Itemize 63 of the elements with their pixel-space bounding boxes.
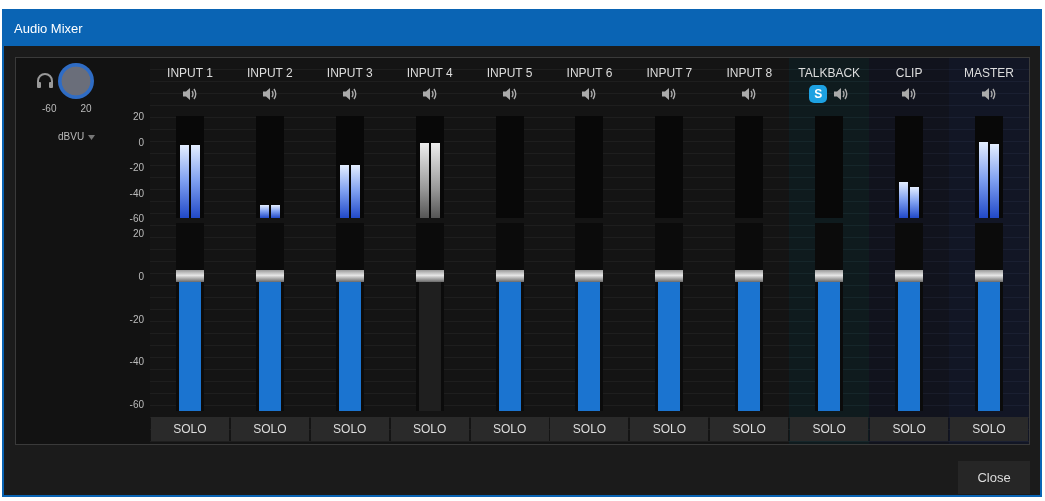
fader-handle[interactable]: [895, 269, 924, 282]
fader-handle[interactable]: [575, 269, 604, 282]
fader-handle[interactable]: [735, 269, 764, 282]
speaker-icon[interactable]: [261, 87, 278, 101]
channel-name: MASTER: [964, 65, 1014, 82]
speaker-icon[interactable]: [901, 87, 918, 101]
skype-badge: S: [809, 85, 828, 103]
unit-dropdown[interactable]: dBVU: [58, 131, 96, 143]
meter-scale-label: 0: [138, 136, 144, 149]
headphones-icon: [36, 73, 54, 89]
solo-button[interactable]: SOLO: [150, 417, 229, 441]
volume-knob[interactable]: [58, 63, 94, 99]
fader-handle[interactable]: [815, 269, 844, 282]
channel-name: INPUT 2: [246, 65, 293, 82]
solo-button[interactable]: SOLO: [790, 417, 869, 441]
speaker-icon[interactable]: [661, 87, 678, 101]
caret-icon: [88, 134, 96, 140]
channel-name: INPUT 6: [566, 65, 613, 82]
solo-button[interactable]: SOLO: [630, 417, 709, 441]
solo-button[interactable]: SOLO: [470, 417, 549, 441]
fader-handle[interactable]: [255, 269, 284, 282]
solo-button[interactable]: SOLO: [870, 417, 949, 441]
fader-handle[interactable]: [975, 269, 1003, 282]
speaker-icon[interactable]: [341, 87, 358, 101]
fader-scale-label: 20: [132, 228, 144, 240]
channel-name: INPUT 1: [167, 65, 213, 82]
meter-scale-label: -60: [129, 213, 144, 225]
channel-name: INPUT 8: [726, 65, 773, 82]
solo-button[interactable]: SOLO: [390, 417, 469, 441]
fader-scale-label: -40: [129, 356, 144, 369]
speaker-icon[interactable]: [501, 87, 518, 101]
fader-scale-label: -60: [129, 399, 144, 411]
meter-scale-label: 20: [132, 111, 144, 123]
speaker-icon[interactable]: [833, 87, 850, 101]
meter-scale-label: -40: [129, 187, 144, 200]
channel-name: INPUT 5: [486, 65, 533, 82]
channel-name: INPUT 7: [646, 65, 693, 82]
speaker-icon[interactable]: [421, 87, 438, 101]
solo-button[interactable]: SOLO: [950, 417, 1028, 441]
speaker-icon[interactable]: [181, 87, 198, 101]
fader-handle[interactable]: [655, 269, 684, 282]
fader-handle[interactable]: [175, 269, 204, 282]
fader-scale-label: 0: [138, 270, 144, 283]
channel-name: TALKBACK: [798, 65, 861, 82]
knob-min-label: -60: [42, 103, 57, 115]
close-button[interactable]: Close: [958, 461, 1030, 494]
window-title: Audio Mixer: [4, 11, 1040, 46]
fader-handle[interactable]: [415, 269, 444, 282]
knob-max-label: 20: [80, 103, 92, 115]
fader-scale-label: -20: [129, 313, 144, 326]
solo-button[interactable]: SOLO: [710, 417, 789, 441]
fader-handle[interactable]: [335, 269, 364, 282]
channel-name: CLIP: [895, 65, 923, 82]
meter-scale-label: -20: [129, 162, 144, 174]
speaker-icon[interactable]: [741, 87, 758, 101]
channel-name: INPUT 3: [326, 65, 373, 82]
speaker-icon[interactable]: [581, 87, 598, 101]
fader-handle[interactable]: [495, 269, 524, 282]
channel-name: INPUT 4: [406, 65, 453, 82]
solo-button[interactable]: SOLO: [230, 417, 309, 441]
solo-button[interactable]: SOLO: [550, 417, 629, 441]
solo-button[interactable]: SOLO: [310, 417, 389, 441]
speaker-icon[interactable]: [981, 87, 997, 101]
